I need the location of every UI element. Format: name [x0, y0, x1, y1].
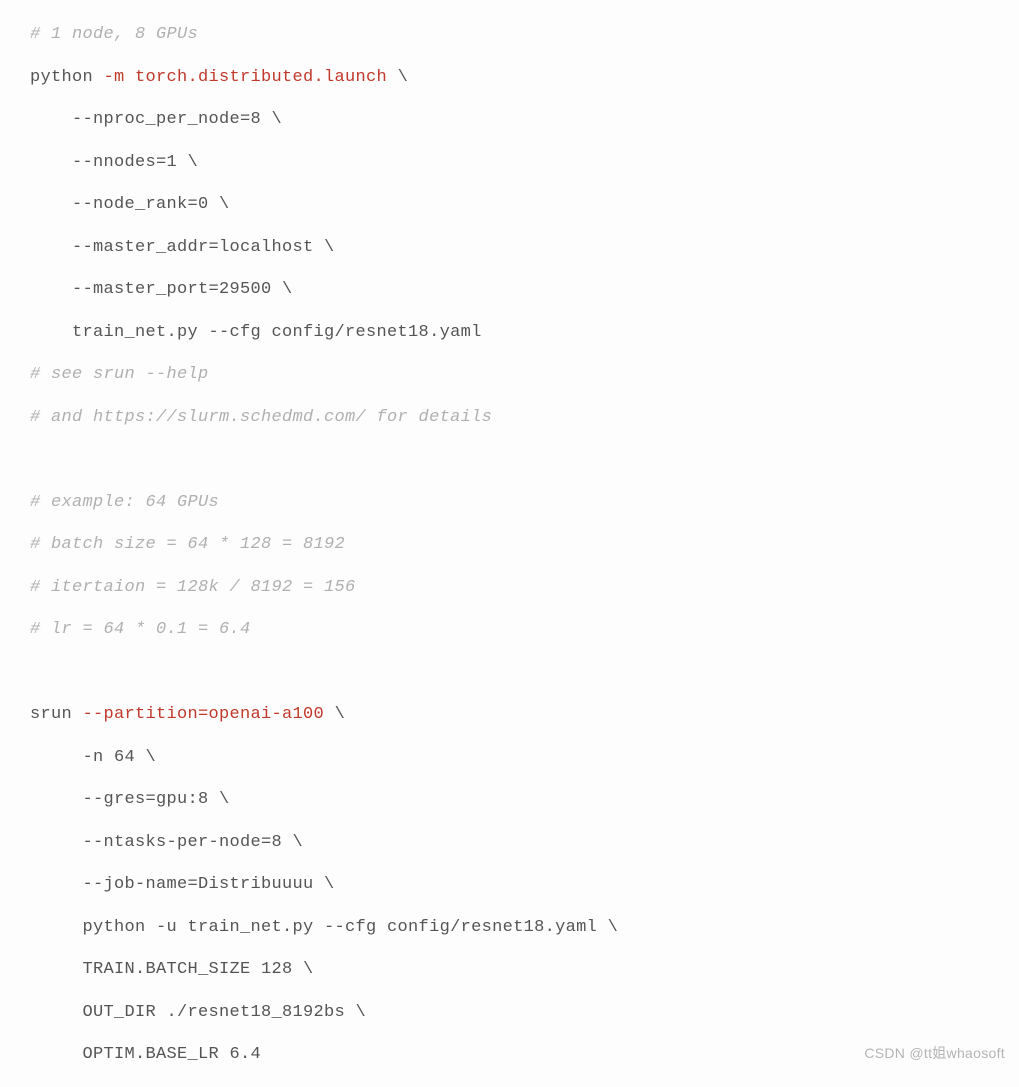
code-line: python -u train_net.py --cfg config/resn… [30, 907, 1009, 950]
code-text: \ [324, 705, 345, 724]
code-argument: -m torch.distributed.launch [104, 68, 388, 87]
code-text: OPTIM.BASE_LR 6.4 [30, 1045, 261, 1064]
code-line: --gres=gpu:8 \ [30, 779, 1009, 822]
code-line: # and https://slurm.schedmd.com/ for det… [30, 397, 1009, 440]
code-text: train_net.py --cfg config/resnet18.yaml [30, 323, 482, 342]
code-text: --ntasks-per-node=8 \ [30, 833, 303, 852]
code-text: --node_rank=0 \ [30, 195, 230, 214]
code-line: srun --partition=openai-a100 \ [30, 694, 1009, 737]
code-line: --nproc_per_node=8 \ [30, 99, 1009, 142]
code-line: OUT_DIR ./resnet18_8192bs \ [30, 992, 1009, 1035]
code-comment: # itertaion = 128k / 8192 = 156 [30, 578, 356, 597]
code-text: python -u train_net.py --cfg config/resn… [30, 918, 618, 937]
code-comment: # and https://slurm.schedmd.com/ for det… [30, 408, 492, 427]
code-line: --node_rank=0 \ [30, 184, 1009, 227]
code-line: --nnodes=1 \ [30, 142, 1009, 185]
code-comment: # 1 node, 8 GPUs [30, 25, 198, 44]
watermark-text: CSDN @tt姐whaosoft [864, 1045, 1005, 1061]
code-line: # itertaion = 128k / 8192 = 156 [30, 567, 1009, 610]
code-line [30, 652, 1009, 695]
code-line: TRAIN.BATCH_SIZE 128 \ [30, 949, 1009, 992]
code-text: --nproc_per_node=8 \ [30, 110, 282, 129]
code-text: -n 64 \ [30, 748, 156, 767]
code-text: \ [387, 68, 408, 87]
code-line: --master_addr=localhost \ [30, 227, 1009, 270]
code-line: # batch size = 64 * 128 = 8192 [30, 524, 1009, 567]
code-line: --master_port=29500 \ [30, 269, 1009, 312]
code-text: OUT_DIR ./resnet18_8192bs \ [30, 1003, 366, 1022]
code-comment: # example: 64 GPUs [30, 493, 219, 512]
code-comment: # batch size = 64 * 128 = 8192 [30, 535, 345, 554]
code-line: train_net.py --cfg config/resnet18.yaml [30, 312, 1009, 355]
code-comment: # lr = 64 * 0.1 = 6.4 [30, 620, 251, 639]
code-line [30, 439, 1009, 482]
code-comment: # see srun --help [30, 365, 209, 384]
code-text: TRAIN.BATCH_SIZE 128 \ [30, 960, 314, 979]
code-line: # example: 64 GPUs [30, 482, 1009, 525]
code-text: --master_addr=localhost \ [30, 238, 335, 257]
code-line: python -m torch.distributed.launch \ [30, 57, 1009, 100]
code-text: --gres=gpu:8 \ [30, 790, 230, 809]
code-line: OPTIM.BASE_LR 6.4 [30, 1034, 1009, 1077]
code-line: -n 64 \ [30, 737, 1009, 780]
code-block: # 1 node, 8 GPUs python -m torch.distribu… [0, 0, 1019, 1087]
code-line: --ntasks-per-node=8 \ [30, 822, 1009, 865]
code-line: # 1 node, 8 GPUs [30, 14, 1009, 57]
code-text: python [30, 68, 104, 87]
code-line: # lr = 64 * 0.1 = 6.4 [30, 609, 1009, 652]
code-text: --master_port=29500 \ [30, 280, 293, 299]
watermark: CSDN @tt姐whaosoft [864, 1045, 1005, 1062]
code-text: --nnodes=1 \ [30, 153, 198, 172]
code-line: # see srun --help [30, 354, 1009, 397]
code-text: --job-name=Distribuuuu \ [30, 875, 335, 894]
code-line: --job-name=Distribuuuu \ [30, 864, 1009, 907]
code-text: srun [30, 705, 83, 724]
code-argument: --partition=openai-a100 [83, 705, 325, 724]
